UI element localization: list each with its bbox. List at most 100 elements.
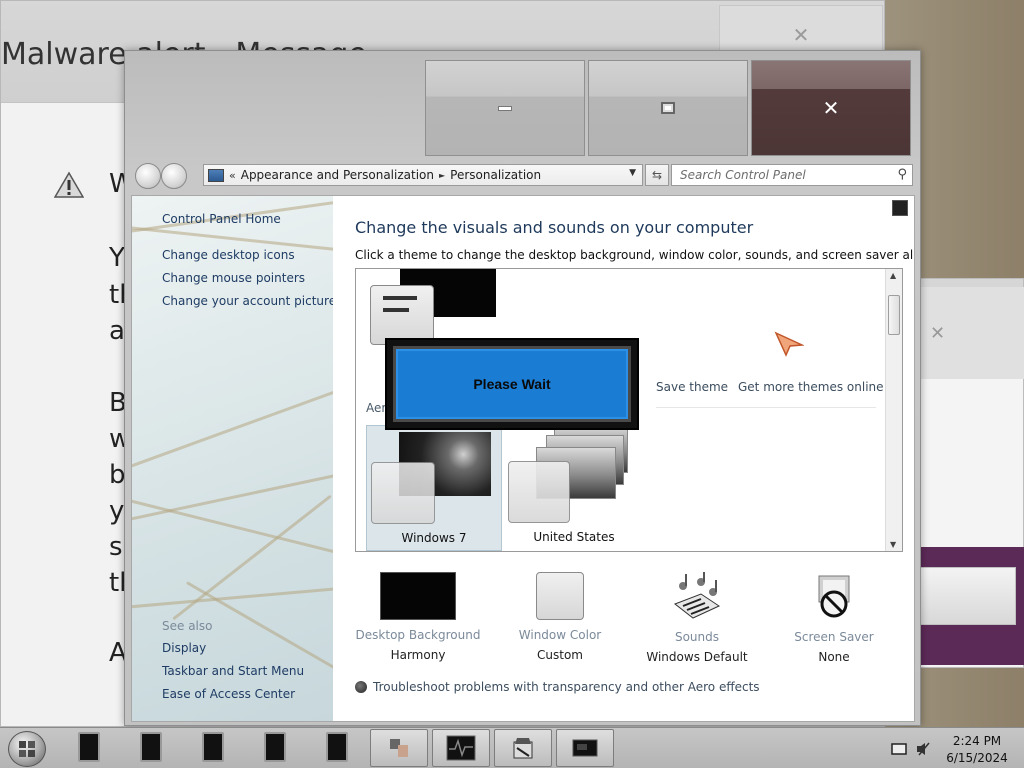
close-button[interactable]: ✕ (751, 60, 911, 156)
decorative-reed (132, 386, 333, 469)
minimize-icon (498, 105, 512, 111)
screen-saver-label: Screen Saver (794, 630, 874, 644)
windows7-theme-label: Windows 7 (401, 531, 467, 545)
breadcrumb-personalization[interactable]: Personalization (450, 168, 541, 182)
scroll-down-icon[interactable]: ▼ (890, 540, 896, 549)
windows7-theme[interactable]: Windows 7 (366, 425, 502, 551)
mouse-cursor-icon (774, 331, 804, 357)
left-task-pane: Control Panel Home Change desktop icons … (132, 196, 333, 721)
taskbar-start-menu-link[interactable]: Taskbar and Start Menu (162, 664, 304, 678)
clock-time[interactable]: 2:24 PM (937, 734, 1017, 748)
desktop-background-thumbnail (380, 572, 456, 620)
sounds-setting[interactable]: Sounds Windows Default (632, 572, 762, 664)
change-desktop-icons-link[interactable]: Change desktop icons (162, 248, 295, 262)
section-divider (656, 407, 876, 408)
page-description: Click a theme to change the desktop back… (355, 248, 915, 262)
address-dropdown-icon[interactable]: ▼ (629, 168, 636, 178)
taskbar-window-button[interactable] (140, 732, 162, 762)
windows7-color-tile (371, 462, 435, 524)
breadcrumb-overflow[interactable]: « (229, 169, 236, 182)
united-states-theme[interactable]: United States (506, 425, 642, 551)
navigation-bar: « Appearance and Personalization ► Perso… (133, 161, 913, 189)
back-button[interactable] (135, 163, 161, 189)
background-text-fragment: a (109, 316, 125, 346)
ease-of-access-link[interactable]: Ease of Access Center (162, 687, 295, 701)
sounds-label: Sounds (674, 630, 720, 644)
windows-logo-icon (19, 741, 35, 757)
theme-list-scrollbar[interactable]: ▲ ▼ (885, 269, 902, 551)
sounds-value: Windows Default (646, 650, 748, 664)
taskbar-window-button[interactable] (78, 732, 100, 762)
background-text-fragment: y (109, 496, 125, 526)
taskbar-screen-button[interactable] (556, 729, 614, 767)
breadcrumb-separator[interactable]: ► (439, 171, 445, 180)
save-theme-link[interactable]: Save theme (656, 380, 728, 394)
troubleshoot-icon (355, 681, 367, 693)
control-panel-icon (208, 168, 224, 182)
screen-app-icon (572, 739, 598, 757)
see-also-heading: See also (162, 619, 213, 633)
address-bar[interactable]: « Appearance and Personalization ► Perso… (203, 164, 643, 186)
minimize-button[interactable] (425, 60, 585, 156)
desktop-background-label: Desktop Background (355, 628, 481, 642)
page-title: Change the visuals and sounds on your co… (355, 218, 754, 237)
volume-icon[interactable] (915, 741, 931, 757)
clock-date[interactable]: 6/15/2024 (937, 751, 1017, 765)
right-window-button[interactable] (920, 567, 1016, 625)
screen-saver-value: None (818, 650, 850, 664)
search-placeholder: Search Control Panel (680, 168, 806, 182)
troubleshoot-link-text: Troubleshoot problems with transparency … (373, 680, 760, 694)
tool-app-icon (513, 738, 533, 759)
united-states-theme-label: United States (533, 530, 615, 544)
decorative-reed (132, 495, 333, 560)
search-input[interactable]: Search Control Panel ⚲ (671, 164, 913, 186)
united-states-color-tile (508, 461, 570, 523)
control-panel-home-link[interactable]: Control Panel Home (162, 212, 281, 226)
taskbar: 2:24 PM 6/15/2024 (0, 727, 1024, 768)
scroll-up-icon[interactable]: ▲ (890, 271, 896, 280)
refresh-button[interactable]: ⇆ (645, 164, 669, 186)
taskbar-window-button[interactable] (264, 732, 286, 762)
maximize-icon (661, 102, 675, 114)
right-window-titlebar[interactable]: ✕ (906, 279, 1024, 379)
taskbar-window-button[interactable] (326, 732, 348, 762)
window-color-thumbnail (536, 572, 584, 620)
taskbar-window-button[interactable] (202, 732, 224, 762)
search-icon[interactable]: ⚲ (897, 167, 907, 182)
please-wait-dialog: Please Wait (385, 338, 639, 430)
breadcrumb-appearance[interactable]: Appearance and Personalization (241, 168, 434, 182)
sounds-icon (673, 572, 721, 619)
maximize-button[interactable] (588, 60, 748, 156)
close-icon: ✕ (822, 96, 840, 120)
window-preview-line (383, 308, 409, 312)
network-icon[interactable] (891, 742, 907, 756)
get-more-themes-link[interactable]: Get more themes online (738, 380, 884, 394)
help-icon[interactable] (892, 200, 908, 216)
display-link[interactable]: Display (162, 641, 206, 655)
warning-icon (54, 171, 84, 198)
decorative-reed (132, 585, 333, 610)
window-color-setting[interactable]: Window Color Custom (495, 572, 625, 662)
troubleshoot-link[interactable]: Troubleshoot problems with transparency … (355, 680, 760, 694)
start-button[interactable] (8, 731, 46, 767)
background-text-fragment: Y (109, 243, 125, 273)
window-preview-icon (383, 296, 417, 300)
screen-saver-setting[interactable]: Screen Saver None (769, 572, 899, 664)
right-window-close-button[interactable]: ✕ (920, 287, 1024, 379)
desktop-background-value: Harmony (390, 648, 446, 662)
main-pane: Change the visuals and sounds on your co… (333, 196, 914, 721)
taskbar-tool-button[interactable] (494, 729, 552, 767)
scroll-thumb[interactable] (888, 295, 900, 335)
monitor-app-icon (446, 735, 476, 761)
change-account-picture-link[interactable]: Change your account picture (162, 294, 333, 308)
desktop-background-setting[interactable]: Desktop Background Harmony (353, 572, 483, 662)
forward-button[interactable] (161, 163, 187, 189)
taskbar-monitor-button[interactable] (432, 729, 490, 767)
window-color-label: Window Color (518, 628, 602, 642)
background-text-fragment: s (109, 532, 123, 562)
change-mouse-pointers-link[interactable]: Change mouse pointers (162, 271, 305, 285)
my-theme-color-tile[interactable] (370, 285, 434, 345)
taskbar-control-panel-button[interactable] (370, 729, 428, 767)
please-wait-message: Please Wait (393, 346, 631, 422)
control-panel-app-icon (390, 739, 408, 757)
